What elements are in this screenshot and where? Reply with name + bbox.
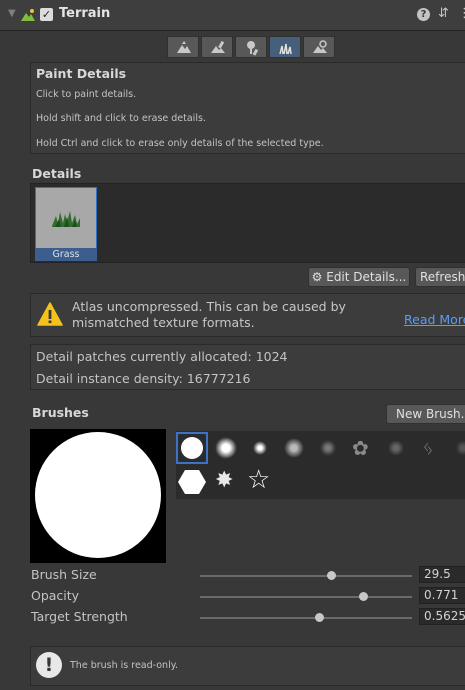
paint-trees-icon xyxy=(247,41,259,56)
tool-raise-lower[interactable] xyxy=(167,36,199,58)
target-strength-label: Target Strength xyxy=(31,609,128,624)
component-enabled-checkbox[interactable]: ✓ xyxy=(40,8,53,21)
new-brush-button[interactable]: New Brush... xyxy=(386,404,465,424)
brush-hexagon[interactable] xyxy=(176,466,208,498)
brush-leaf[interactable] xyxy=(448,432,465,464)
atlas-warning-text: Atlas uncompressed. This can be caused b… xyxy=(72,299,346,330)
opacity-track[interactable] xyxy=(200,596,412,598)
tool-terrain-settings[interactable] xyxy=(303,36,335,58)
readonly-notice-text: The brush is read-only. xyxy=(70,660,179,671)
terrain-icon xyxy=(21,9,35,21)
opacity-field[interactable]: 0.771 xyxy=(419,587,465,604)
brush-flower[interactable]: ✿ xyxy=(346,432,378,464)
brush-size-field[interactable]: 29.5 xyxy=(419,566,465,583)
brush-star-soft[interactable]: ✸ xyxy=(210,466,242,498)
help-line-erase: Hold shift and click to erase details. xyxy=(36,113,206,124)
terrain-settings-icon xyxy=(313,40,327,53)
brush-size-track[interactable] xyxy=(200,575,412,577)
fold-arrow-icon[interactable]: ▼ xyxy=(8,8,16,19)
target-strength-handle[interactable] xyxy=(314,613,324,622)
help-line-erase-selected: Hold Ctrl and click to erase only detail… xyxy=(36,138,324,149)
tool-paint-trees[interactable] xyxy=(235,36,267,58)
brush-branch[interactable]: ᛃ xyxy=(414,432,446,464)
gear-icon: ⚙ xyxy=(311,270,323,284)
tool-paint-details[interactable] xyxy=(269,36,301,58)
help-line-paint: Click to paint details. xyxy=(36,89,137,100)
brush-spatter[interactable] xyxy=(312,432,344,464)
target-strength-field[interactable]: 0.5625 xyxy=(419,608,465,625)
preset-icon[interactable]: ⇵ xyxy=(438,6,449,21)
paint-texture-icon xyxy=(211,40,225,53)
brush-palette: ✿ ᛃ ✸ ☆ xyxy=(176,431,465,499)
brush-star-outline[interactable]: ☆ xyxy=(244,465,276,498)
info-exclamation-icon: ! xyxy=(36,652,62,678)
brush-soft-small[interactable] xyxy=(244,432,276,464)
terrain-toolbar xyxy=(167,36,335,58)
brush-size-handle[interactable] xyxy=(327,571,337,580)
paint-details-title: Paint Details xyxy=(36,66,127,81)
detail-patches-stat: Detail patches currently allocated: 1024 xyxy=(36,349,288,364)
target-strength-track[interactable] xyxy=(200,617,412,619)
details-section-label: Details xyxy=(32,166,82,181)
brushes-section-label: Brushes xyxy=(32,405,89,420)
component-title: Terrain xyxy=(59,6,111,21)
warning-icon xyxy=(37,302,63,326)
menu-icon[interactable]: ⋮ xyxy=(458,6,465,21)
brush-soft-large[interactable] xyxy=(210,432,242,464)
brush-size-label: Brush Size xyxy=(31,567,97,582)
grass-thumbnail-icon xyxy=(52,211,80,227)
detail-item-label: Grass xyxy=(35,248,97,261)
raise-lower-icon xyxy=(177,41,191,53)
edit-details-button[interactable]: ⚙ Edit Details... xyxy=(308,267,410,287)
brush-cloud[interactable] xyxy=(278,432,310,464)
brush-preview-shape xyxy=(35,432,161,558)
refresh-button[interactable]: Refresh xyxy=(415,267,465,287)
opacity-label: Opacity xyxy=(31,588,80,603)
brush-noise[interactable] xyxy=(380,432,412,464)
tool-paint-texture[interactable] xyxy=(201,36,233,58)
paint-details-icon xyxy=(279,43,292,55)
help-icon[interactable]: ? xyxy=(417,8,430,21)
detail-density-stat: Detail instance density: 16777216 xyxy=(36,371,251,386)
read-more-link[interactable]: Read More xyxy=(404,312,465,327)
brush-hard-circle[interactable] xyxy=(176,432,208,464)
edit-details-label: Edit Details... xyxy=(326,270,407,284)
opacity-handle[interactable] xyxy=(359,592,369,601)
